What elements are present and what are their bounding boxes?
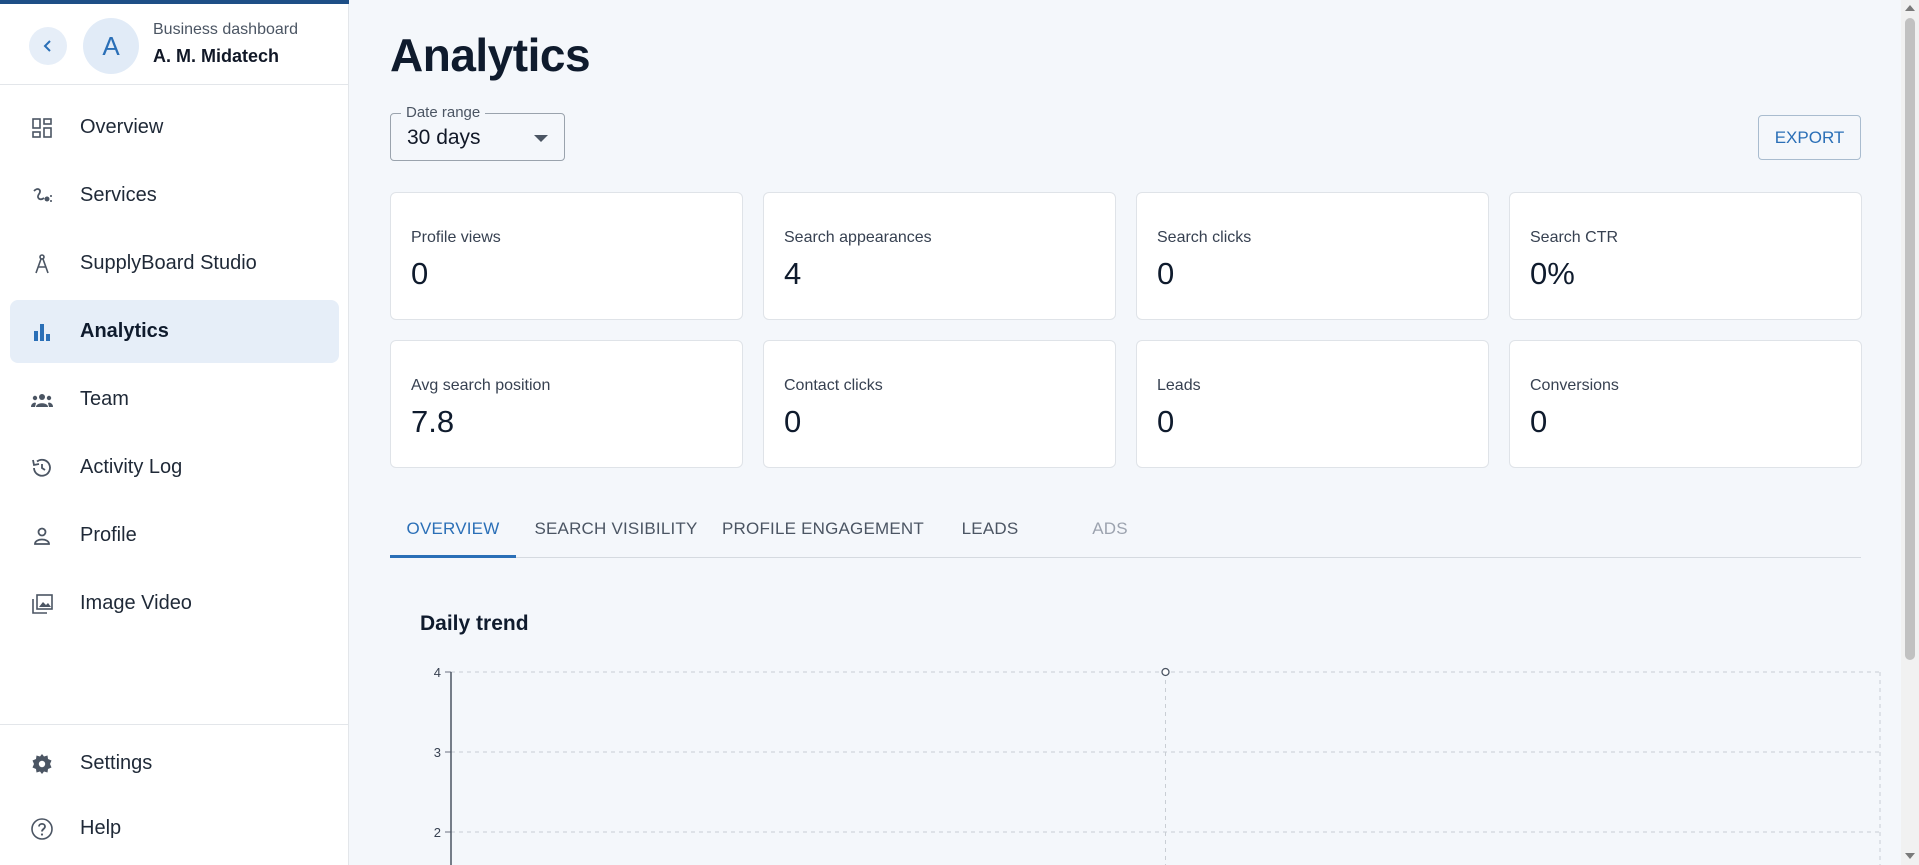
scroll-thumb[interactable] [1905,18,1915,660]
kpi-card-conversions: Conversions 0 [1509,340,1862,468]
avatar: A [83,18,139,74]
tab-search-visibility[interactable]: SEARCH VISIBILITY [516,500,716,558]
sidebar-item-help[interactable]: Help [10,797,339,860]
sidebar-divider [0,724,349,725]
kpi-label: Profile views [411,229,501,246]
kpi-card-avg-search-position: Avg search position 7.8 [390,340,743,468]
person-icon [34,527,50,545]
sidebar-item-label: Team [80,388,129,410]
kpi-card-contact-clicks: Contact clicks 0 [763,340,1116,468]
sidebar-item-overview[interactable]: Overview [10,96,339,159]
tab-leads[interactable]: LEADS [930,500,1050,558]
kpi-label: Search CTR [1530,229,1619,246]
sidebar-item-label: Activity Log [80,456,183,478]
tab-profile-engagement[interactable]: PROFILE ENGAGEMENT [716,500,930,558]
kpi-value: 0 [411,256,429,291]
sidebar-item-label: Overview [80,116,164,138]
kpi-value: 0 [784,404,802,439]
main-content: Analytics Date range 30 days EXPORT Prof… [350,0,1900,865]
data-point [1161,667,1170,677]
export-button[interactable]: EXPORT [1758,115,1861,160]
kpi-value: 0% [1530,256,1575,291]
bar-chart-icon [34,324,50,341]
services-icon [33,188,52,202]
sidebar-item-image-video[interactable]: Image Video [10,572,339,635]
kpi-value: 0 [1157,256,1175,291]
sidebar-item-activity-log[interactable]: Activity Log [10,436,339,499]
sidebar-item-services[interactable]: Services [10,164,339,227]
history-icon [32,458,51,477]
kpi-label: Leads [1157,377,1201,394]
date-range-label: Date range [401,104,486,121]
tab-ads: ADS [1092,519,1128,538]
kpi-card-search-ctr: Search CTR 0% [1509,192,1862,320]
kpi-label: Search appearances [784,229,932,246]
scroll-down-icon[interactable] [1905,853,1915,859]
kpi-card-profile-views: Profile views 0 [390,192,743,320]
chevron-left-icon [43,40,51,52]
date-range-select[interactable]: Date range 30 days [390,104,565,161]
daily-trend-chart: 2 3 4 [434,665,1881,865]
page-title: Analytics [390,29,591,81]
date-range-value: 30 days [407,126,481,149]
kpi-card-leads: Leads 0 [1136,340,1489,468]
y-tick-label: 2 [434,825,441,840]
sidebar-item-analytics[interactable]: Analytics [10,300,339,363]
kpi-label: Search clicks [1157,229,1252,246]
back-button[interactable] [29,27,67,65]
scroll-up-icon[interactable] [1905,5,1915,11]
kpi-value: 0 [1157,404,1175,439]
y-tick-label: 4 [434,665,441,680]
gallery-icon [32,594,53,614]
dashboard-icon [32,118,52,138]
compass-icon [35,254,49,274]
sidebar-item-label: SupplyBoard Studio [80,252,257,274]
sidebar-item-label: Image Video [80,592,192,614]
gear-icon [32,754,52,774]
kpi-value: 7.8 [411,404,455,439]
sidebar-item-label: Profile [80,524,137,546]
sidebar-item-settings[interactable]: Settings [10,732,339,795]
y-tick-label: 3 [434,745,441,760]
kpi-card-search-clicks: Search clicks 0 [1136,192,1489,320]
kpi-label: Conversions [1530,377,1619,394]
kpi-value: 0 [1530,404,1548,439]
help-icon [31,818,53,840]
kpi-label: Avg search position [411,377,551,394]
kpi-value: 4 [784,256,802,291]
sidebar-header: A Business dashboard A. M. Midatech [0,4,349,85]
sidebar-item-label: Services [80,184,157,206]
sidebar-item-label: Help [80,817,122,839]
analytics-tabs: OVERVIEW SEARCH VISIBILITY PROFILE ENGAG… [390,500,1861,558]
team-icon [31,394,53,407]
business-dashboard-label: Business dashboard [153,21,298,38]
sidebar-item-label: Settings [80,752,153,774]
kpi-label: Contact clicks [784,377,883,394]
kpi-card-search-appearances: Search appearances 4 [763,192,1116,320]
tab-active-indicator [390,555,516,558]
sidebar: A Business dashboard A. M. Midatech Over… [0,0,349,865]
sidebar-item-supplyboard-studio[interactable]: SupplyBoard Studio [10,232,339,295]
caret-down-icon [534,135,548,142]
sidebar-item-team[interactable]: Team [10,368,339,431]
tab-overview[interactable]: OVERVIEW [390,500,516,558]
business-name: A. M. Midatech [153,46,280,66]
sidebar-item-profile[interactable]: Profile [10,504,339,567]
page-scrollbar[interactable] [1901,0,1919,865]
sidebar-item-label: Analytics [80,320,169,342]
chart-title: Daily trend [420,612,529,635]
